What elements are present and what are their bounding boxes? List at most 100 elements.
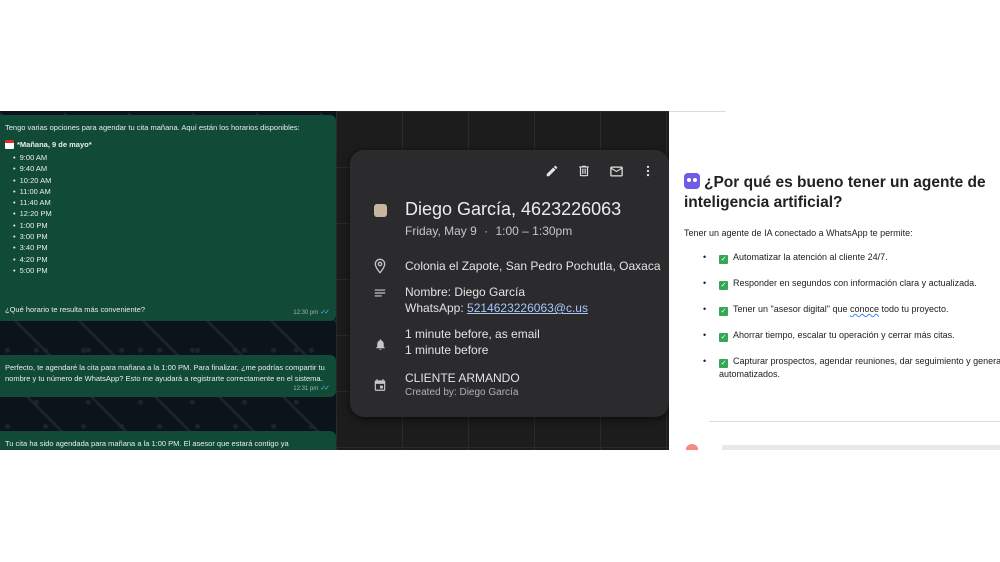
bullet-text: Responder en segundos con información cl… [733,278,977,288]
message-day-text: *Mañana, 9 de mayo* [17,139,92,149]
list-item: ✓ Tener un "asesor digital" que conoce to… [703,303,1000,316]
list-item: 5:00 PM [13,265,328,276]
doc-bullet-list: ✓ Automatizar la atención al cliente 24/7… [703,251,1000,394]
doc-heading: ¿Por qué es bueno tener un agente de int… [684,173,1000,213]
calendar-emoji-icon [5,140,14,150]
spellcheck-word: conoce [849,304,879,314]
check-mark-icon: ✓ [719,359,728,368]
event-calendar-info: CLIENTE ARMANDO Created by: Diego García [405,370,520,400]
document-panel: ¿Por qué es bueno tener un agente de int… [669,111,1000,450]
list-item: 3:40 PM [13,242,328,253]
reminder-notification: 1 minute before [405,343,489,357]
more-vert-icon [646,165,650,177]
list-item: 12:20 PM [13,208,328,219]
event-calendar-row: CLIENTE ARMANDO Created by: Diego García [370,370,520,400]
list-item: 10:20 AM [13,175,328,186]
check-mark-icon: ✓ [719,333,728,342]
time-slot-list: 9:00 AM 9:40 AM 10:20 AM 11:00 AM 11:40 … [5,152,328,276]
calendar-name: CLIENTE ARMANDO [405,371,520,385]
doc-divider [709,421,1000,422]
event-title-block: Diego García, 4623226063 Friday, May 9 ·… [405,198,621,238]
list-item: ✓ Responder en segundos con información c… [703,277,1000,290]
list-item: ✓ Automatizar la atención al cliente 24/7… [703,251,1000,264]
event-toolbar [543,162,657,180]
chat-message-available-slots[interactable]: Tengo varias opciones para agendar tu ci… [0,115,336,321]
list-item: 9:40 AM [13,163,328,174]
event-datetime: Friday, May 9 · 1:00 – 1:30pm [405,224,621,238]
calendar-icon [374,379,386,391]
doc-heading-text: ¿Por qué es bueno tener un agente de int… [684,174,986,211]
pencil-icon [546,165,558,177]
event-location-row: Colonia el Zapote, San Pedro Pochutla, O… [370,256,661,276]
description-name: Nombre: Diego García [405,285,526,299]
whatsapp-label: WhatsApp: [405,301,468,315]
message-time-text: 12:30 pm [293,309,319,316]
list-item: 4:20 PM [13,254,328,265]
bullet-text-end: todo tu proyecto. [879,304,949,314]
whatsapp-chat-panel[interactable]: Tengo varias opciones para agendar tu ci… [0,111,336,450]
list-item: 1:00 PM [13,220,328,231]
message-time-text: 12:31 pm [293,385,319,392]
location-pin-icon [374,258,386,274]
bullet-text: Automatizar la atención al cliente 24/7. [733,252,888,262]
check-mark-icon: ✓ [719,281,728,290]
list-item: ✓ Ahorrar tiempo, escalar tu operación y … [703,329,1000,342]
trash-icon [579,165,589,177]
cut-off-heading [722,445,1000,450]
event-reminders-row: 1 minute before, as email 1 minute befor… [370,326,540,358]
datetime-separator: · [484,224,489,238]
description-icon-wrap [370,283,390,303]
message-question-text: ¿Qué horario te resulta más conveniente? [5,304,146,314]
notes-icon [374,289,386,297]
list-item: 9:00 AM [13,152,328,163]
chat-message-scheduled[interactable]: Tu cita ha sido agendada para mañana a l… [0,431,336,450]
read-receipt-icon: ✓✓ [320,308,330,316]
event-title: Diego García, 4623226063 [405,199,622,219]
next-section-peek [684,444,1000,450]
event-reminders: 1 minute before, as email 1 minute befor… [405,326,540,358]
reminder-email: 1 minute before, as email [405,327,540,341]
bullet-text: Capturar prospectos, agendar reuniones, … [719,356,1000,379]
edit-event-button[interactable] [543,162,561,180]
bullet-text-start: Tener un "asesor digital" que [733,304,850,314]
list-item: 11:40 AM [13,197,328,208]
mail-icon [609,166,623,176]
color-swatch-icon [373,203,387,217]
list-item: 11:00 AM [13,186,328,197]
more-options-button[interactable] [639,162,657,180]
doc-intro: Tener un agente de IA conectado a WhatsA… [684,228,913,238]
message-day-line: *Mañana, 9 de mayo* [5,140,328,151]
created-by: Created by: Diego García [405,387,519,398]
event-location: Colonia el Zapote, San Pedro Pochutla, O… [405,259,661,273]
bell-icon [375,338,385,350]
email-guests-button[interactable] [607,162,625,180]
event-date: Friday, May 9 [405,224,477,238]
delete-event-button[interactable] [575,162,593,180]
emoji-icon [686,444,698,450]
event-title-row: Diego García, 4623226063 Friday, May 9 ·… [370,198,621,238]
document-top-border [669,111,726,112]
message-text: Perfecto, te agendaré la cita para mañan… [5,363,325,383]
reminder-icon-wrap [370,334,390,354]
list-item: 3:00 PM [13,231,328,242]
check-mark-icon: ✓ [719,255,728,264]
read-receipt-icon: ✓✓ [320,384,330,392]
message-timestamp: 12:31 pm ✓✓ [293,384,330,395]
bullet-text: Ahorrar tiempo, escalar tu operación y c… [733,330,955,340]
message-text: Tu cita ha sido agendada para mañana a l… [5,439,289,448]
event-description: Nombre: Diego García WhatsApp: 521462322… [405,284,588,316]
chat-message-confirmation[interactable]: Perfecto, te agendaré la cita para mañan… [0,355,336,397]
list-item: ✓Capturar prospectos, agendar reuniones,… [703,355,1000,381]
event-time-range: 1:00 – 1:30pm [495,224,573,238]
event-color-swatch [370,198,390,218]
calendar-icon-wrap [370,375,390,395]
check-mark-icon: ✓ [719,307,728,316]
message-intro-text: Tengo varias opciones para agendar tu ci… [5,123,300,132]
screenshot-stage: Tengo varias opciones para agendar tu ci… [0,0,1000,562]
message-timestamp: 12:30 pm ✓✓ [293,308,330,319]
robot-emoji-icon [684,173,700,189]
event-description-row: Nombre: Diego García WhatsApp: 521462322… [370,283,588,316]
location-icon-wrap [370,256,390,276]
event-details-card: Diego García, 4623226063 Friday, May 9 ·… [350,150,669,417]
whatsapp-link[interactable]: 5214623226063@c.us [467,301,588,315]
